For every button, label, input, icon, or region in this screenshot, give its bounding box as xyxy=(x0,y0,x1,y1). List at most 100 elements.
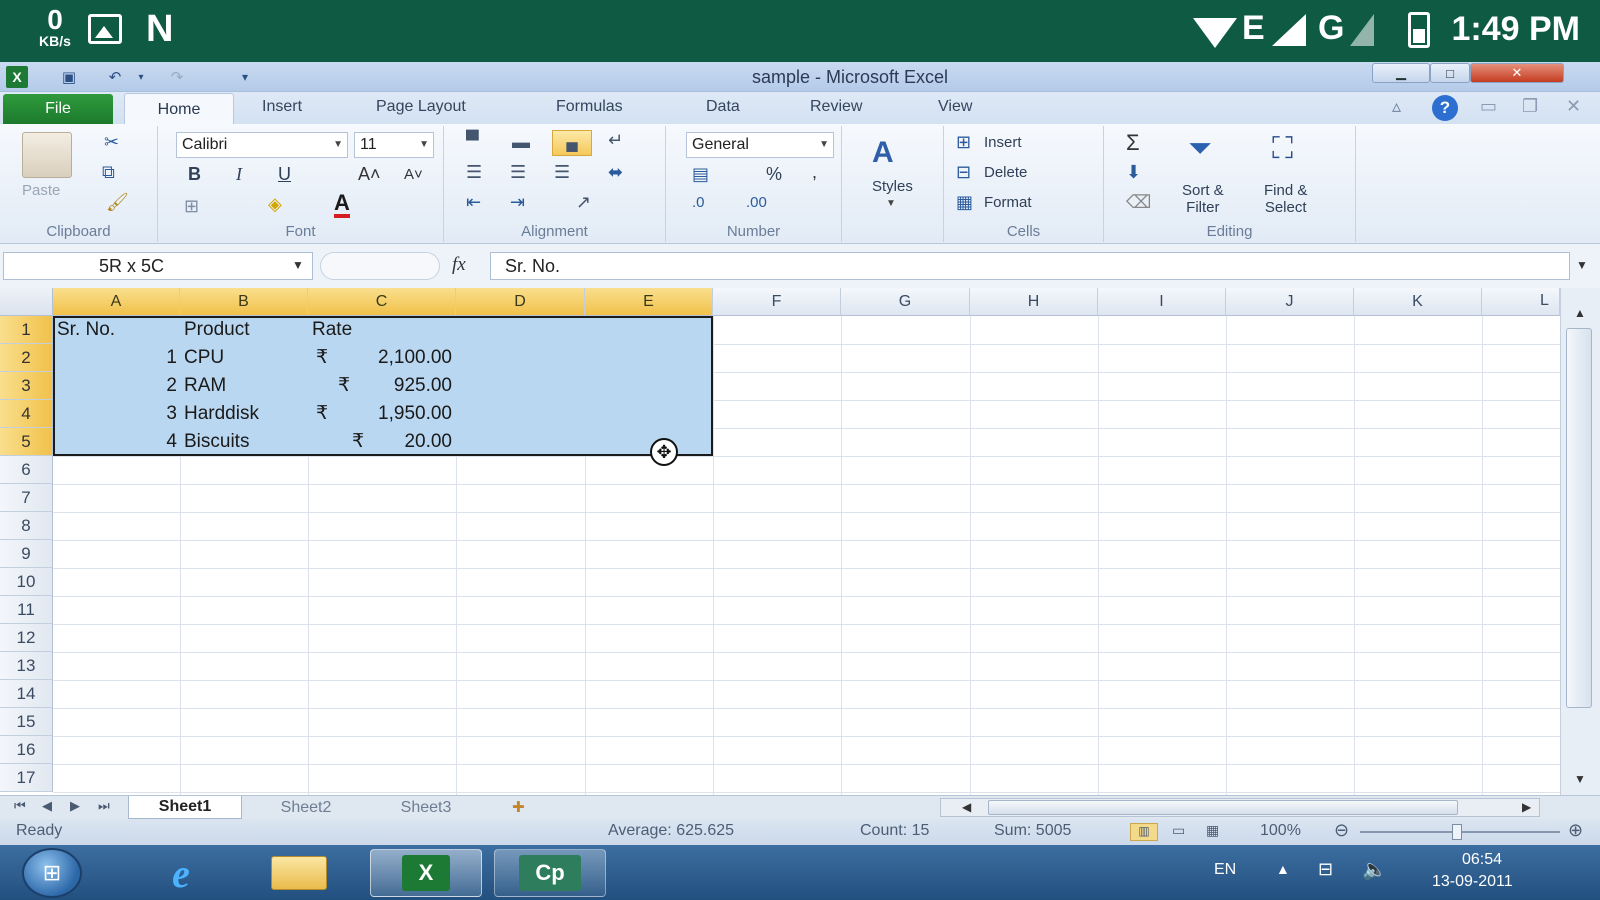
vertical-scroll-thumb[interactable] xyxy=(1566,328,1592,708)
row-header-5[interactable]: 5 xyxy=(0,428,53,456)
decrease-indent-icon[interactable]: ⇤ xyxy=(466,192,481,213)
normal-view-icon[interactable]: ▥ xyxy=(1130,823,1158,841)
column-header-a[interactable]: A xyxy=(53,288,180,316)
column-header-g[interactable]: G xyxy=(841,288,970,316)
excel-taskbar-button[interactable]: X xyxy=(370,849,482,897)
file-explorer-icon[interactable] xyxy=(258,849,340,897)
align-right-icon[interactable]: ☰ xyxy=(554,162,570,183)
column-header-j[interactable]: J xyxy=(1226,288,1354,316)
percent-button[interactable]: % xyxy=(766,164,782,185)
first-sheet-icon[interactable]: ⏮ xyxy=(14,798,26,814)
row-header-15[interactable]: 15 xyxy=(0,708,53,736)
insert-cells-button[interactable]: Insert xyxy=(984,134,1022,151)
select-all-corner[interactable] xyxy=(0,288,53,316)
row-header-11[interactable]: 11 xyxy=(0,596,53,624)
row-header-10[interactable]: 10 xyxy=(0,568,53,596)
row-header-7[interactable]: 7 xyxy=(0,484,53,512)
row-header-13[interactable]: 13 xyxy=(0,652,53,680)
grow-font-icon[interactable]: A˄ xyxy=(358,164,381,185)
sort-filter-icon[interactable]: ⏷ xyxy=(1188,132,1212,166)
close-button[interactable]: ✕ xyxy=(1470,63,1564,83)
name-box-dropdown-icon[interactable]: ▼ xyxy=(292,258,304,272)
page-break-view-icon[interactable]: ▦ xyxy=(1206,822,1219,839)
show-hidden-icons-icon[interactable]: ▲ xyxy=(1276,861,1290,877)
accounting-format-icon[interactable]: ▤ xyxy=(692,164,709,185)
align-top-icon[interactable]: ▀ xyxy=(466,130,479,151)
italic-button[interactable]: I xyxy=(236,164,242,185)
scroll-right-icon[interactable]: ▶ xyxy=(1522,800,1531,814)
row-header-17[interactable]: 17 xyxy=(0,764,53,792)
cell-c1[interactable]: Rate xyxy=(312,316,352,344)
tab-page-layout[interactable]: Page Layout xyxy=(376,98,466,116)
delete-cells-button[interactable]: Delete xyxy=(984,164,1027,181)
find-select-button[interactable]: Find & Select xyxy=(1264,182,1307,216)
align-bottom-icon[interactable]: ▄ xyxy=(552,130,592,156)
insert-cells-icon[interactable]: ⊞ xyxy=(956,132,971,153)
comma-style-icon[interactable]: , xyxy=(812,162,817,183)
tab-data[interactable]: Data xyxy=(706,98,740,116)
network-tray-icon[interactable]: ⊟ xyxy=(1318,859,1333,880)
cell-a4[interactable]: 3 xyxy=(53,400,177,428)
column-header-f[interactable]: F xyxy=(713,288,841,316)
number-format-combo[interactable]: General ▼ xyxy=(686,132,834,158)
row-header-14[interactable]: 14 xyxy=(0,680,53,708)
font-size-combo[interactable]: 11 ▼ xyxy=(354,132,434,158)
borders-icon[interactable]: ⊞ xyxy=(184,196,199,217)
clear-icon[interactable]: ⌫ xyxy=(1126,192,1151,213)
last-sheet-icon[interactable]: ⏭ xyxy=(98,798,110,814)
format-painter-icon[interactable]: 🖌 xyxy=(106,192,129,213)
copy-icon[interactable]: ⧉ xyxy=(102,162,115,183)
cell-b2[interactable]: CPU xyxy=(184,344,224,372)
column-header-c[interactable]: C xyxy=(308,288,456,316)
insert-function-icon[interactable]: fx xyxy=(452,254,466,276)
doc-minimize-icon[interactable]: ▭ xyxy=(1480,96,1497,117)
increase-decimal-icon[interactable]: .0 xyxy=(692,194,705,211)
cell-a1[interactable]: Sr. No. xyxy=(57,316,115,344)
fill-icon[interactable]: ⬇ xyxy=(1126,162,1141,183)
horizontal-scroll-thumb[interactable] xyxy=(988,800,1458,815)
font-color-icon[interactable]: A xyxy=(334,192,350,218)
volume-tray-icon[interactable]: 🔈 xyxy=(1362,857,1387,882)
formula-input[interactable]: Sr. No. xyxy=(490,252,1570,280)
prev-sheet-icon[interactable]: ◀ xyxy=(42,798,52,814)
align-middle-icon[interactable]: ▬ xyxy=(512,132,530,153)
row-header-9[interactable]: 9 xyxy=(0,540,53,568)
row-header-2[interactable]: 2 xyxy=(0,344,53,372)
row-header-3[interactable]: 3 xyxy=(0,372,53,400)
autosum-icon[interactable]: Σ xyxy=(1126,130,1140,156)
cell-a3[interactable]: 2 xyxy=(53,372,177,400)
column-header-l[interactable]: L xyxy=(1482,288,1560,316)
row-header-8[interactable]: 8 xyxy=(0,512,53,540)
cell-a5[interactable]: 4 xyxy=(53,428,177,456)
column-header-h[interactable]: H xyxy=(970,288,1098,316)
row-header-4[interactable]: 4 xyxy=(0,400,53,428)
column-header-i[interactable]: I xyxy=(1098,288,1226,316)
cell-b3[interactable]: RAM xyxy=(184,372,226,400)
vertical-scrollbar[interactable]: ▲ ▼ xyxy=(1560,288,1600,795)
tab-home[interactable]: Home xyxy=(124,93,234,125)
cancel-formula-icon[interactable] xyxy=(320,252,440,280)
align-left-icon[interactable]: ☰ xyxy=(466,162,482,183)
styles-dropdown-icon[interactable]: ▼ xyxy=(886,198,896,209)
tab-view[interactable]: View xyxy=(938,98,972,116)
minimize-button[interactable]: ▁ xyxy=(1372,63,1430,83)
shrink-font-icon[interactable]: A˅ xyxy=(404,166,423,183)
insert-sheet-icon[interactable]: ✚ xyxy=(512,798,525,816)
cell-c5[interactable]: 20.00 xyxy=(366,428,452,456)
captivate-taskbar-button[interactable]: Cp xyxy=(494,849,606,897)
increase-indent-icon[interactable]: ⇥ xyxy=(510,192,525,213)
tray-time[interactable]: 06:54 xyxy=(1462,851,1502,869)
row-header-12[interactable]: 12 xyxy=(0,624,53,652)
next-sheet-icon[interactable]: ▶ xyxy=(70,798,80,814)
cell-c2[interactable]: 2,100.00 xyxy=(330,344,452,372)
column-header-e[interactable]: E xyxy=(585,288,713,316)
scroll-up-icon[interactable]: ▲ xyxy=(1574,306,1586,320)
bold-button[interactable]: B xyxy=(188,164,201,185)
cell-c4[interactable]: 1,950.00 xyxy=(330,400,452,428)
doc-restore-icon[interactable]: ❐ xyxy=(1522,96,1538,117)
row-header-16[interactable]: 16 xyxy=(0,736,53,764)
align-center-icon[interactable]: ☰ xyxy=(510,162,526,183)
cell-b5[interactable]: Biscuits xyxy=(184,428,249,456)
name-box[interactable]: 5R x 5C xyxy=(3,252,313,280)
cell-c3[interactable]: 925.00 xyxy=(352,372,452,400)
